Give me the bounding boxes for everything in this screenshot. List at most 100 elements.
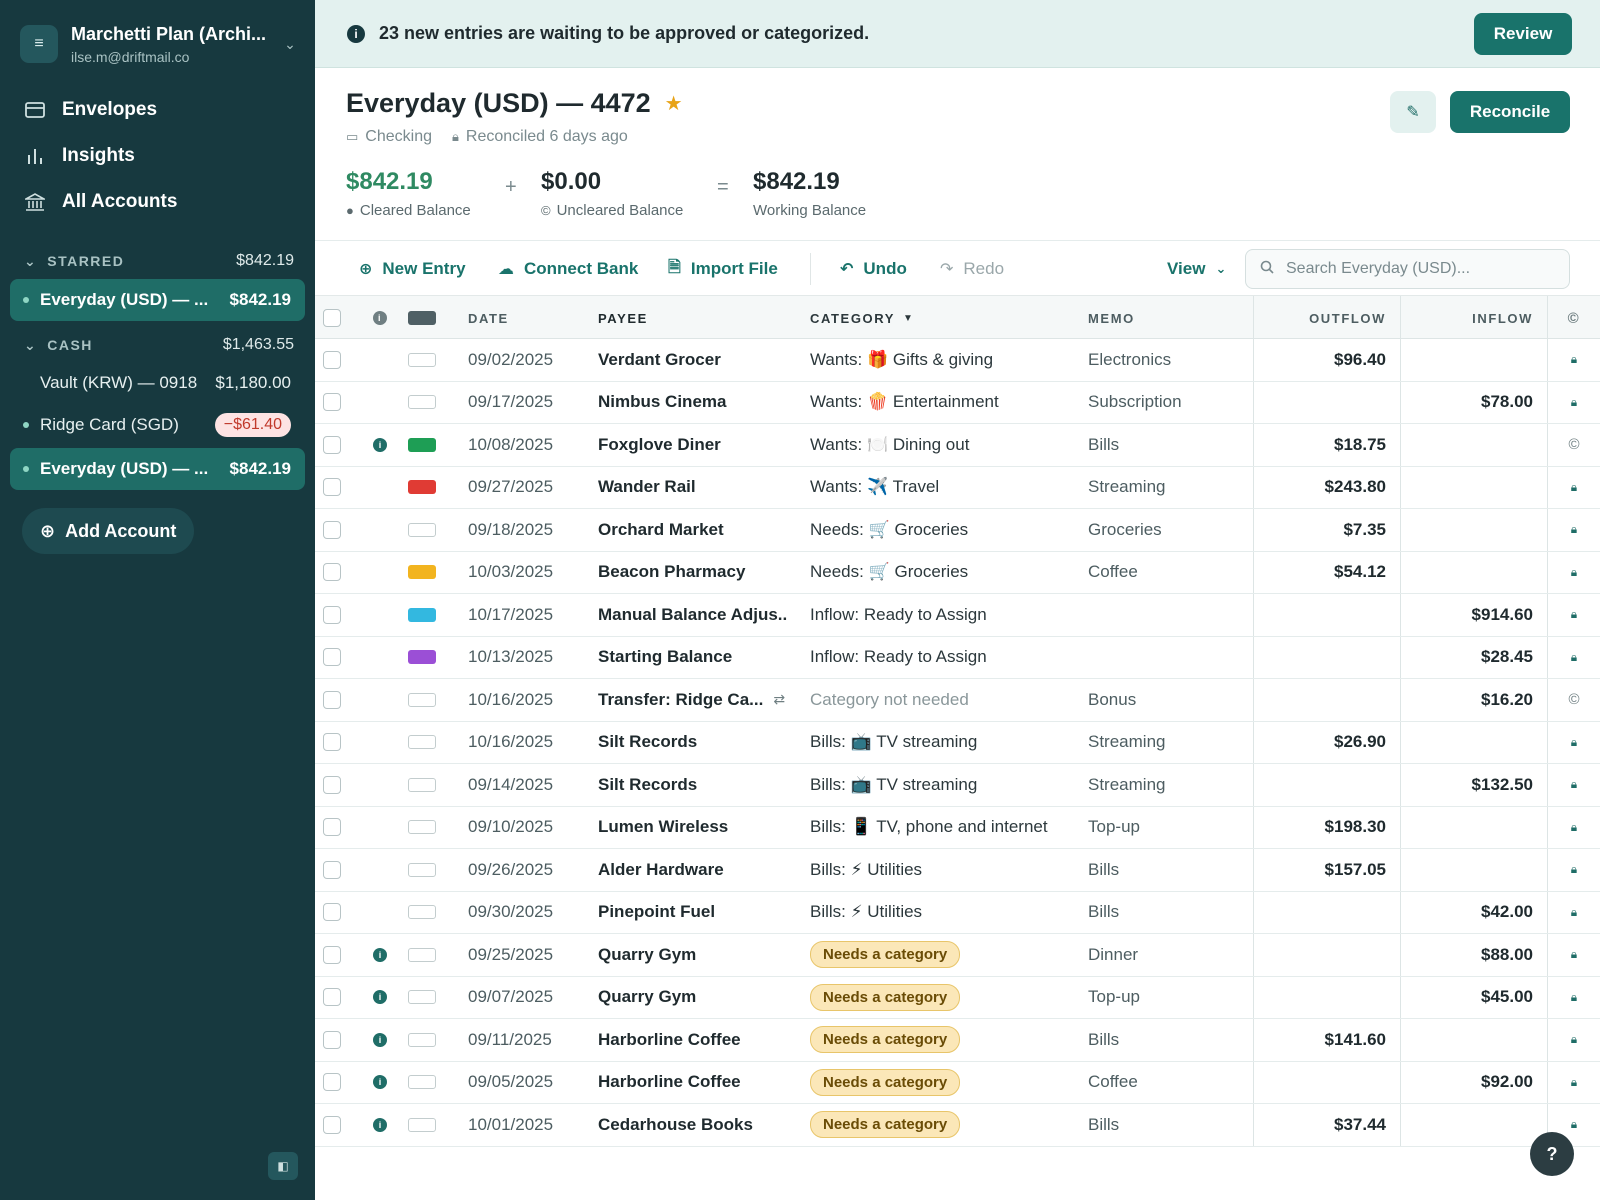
cleared-icon[interactable]: © (1568, 436, 1579, 453)
flag-cell[interactable] (408, 509, 438, 551)
needs-category-badge[interactable]: Needs a category (810, 941, 961, 969)
date-cell[interactable]: 10/17/2025 (468, 594, 553, 636)
memo-cell[interactable]: Top-up (1088, 977, 1140, 1019)
date-cell[interactable]: 09/07/2025 (468, 977, 553, 1019)
row-checkbox[interactable] (323, 679, 343, 721)
category-cell[interactable]: Inflow: Ready to Assign (810, 637, 1080, 679)
payee-cell[interactable]: Harborline Coffee (598, 1019, 788, 1061)
table-row[interactable]: 10/17/2025 Manual Balance Adjus... Inflow:… (315, 594, 1600, 637)
header-outflow[interactable]: OUTFLOW (1253, 296, 1400, 340)
inflow-cell[interactable] (1400, 424, 1547, 466)
view-dropdown[interactable]: View ⌄ (1167, 254, 1226, 284)
sidebar-account-everyday-starred[interactable]: Everyday (USD) — ... $842.19 (10, 279, 305, 321)
lock-icon[interactable]: 🔒︎ (1571, 735, 1577, 750)
row-checkbox[interactable] (323, 892, 343, 934)
category-cell[interactable]: Inflow: Ready to Assign (810, 594, 1080, 636)
flag-icon[interactable] (408, 522, 436, 537)
outflow-cell[interactable]: $37.44 (1253, 1104, 1400, 1146)
lock-icon[interactable]: 🔒︎ (1571, 352, 1577, 367)
flag-cell[interactable] (408, 594, 438, 636)
flag-icon[interactable] (408, 692, 436, 707)
flag-icon[interactable] (408, 990, 436, 1005)
status-cell[interactable]: 🔒︎ (1547, 636, 1600, 678)
memo-cell[interactable]: Streaming (1088, 467, 1165, 509)
lock-icon[interactable]: 🔒︎ (1571, 522, 1577, 537)
sidebar-account-ridge-card[interactable]: Ridge Card (SGD) −$61.40 (10, 404, 305, 446)
flag-icon[interactable] (408, 480, 436, 495)
row-checkbox[interactable] (323, 382, 343, 424)
memo-cell[interactable]: Bills (1088, 424, 1119, 466)
memo-cell[interactable]: Coffee (1088, 1062, 1138, 1104)
date-cell[interactable]: 09/18/2025 (468, 509, 553, 551)
memo-cell[interactable]: Bills (1088, 1019, 1119, 1061)
date-cell[interactable]: 09/30/2025 (468, 892, 553, 934)
flag-icon[interactable] (408, 905, 436, 920)
inflow-cell[interactable] (1400, 806, 1547, 848)
header-date[interactable]: DATE (468, 296, 509, 340)
memo-cell[interactable]: Bills (1088, 849, 1119, 891)
payee-cell[interactable]: Nimbus Cinema (598, 382, 788, 424)
inflow-cell[interactable] (1400, 1104, 1547, 1146)
info-icon[interactable]: i (373, 1117, 387, 1132)
flag-icon[interactable] (408, 607, 436, 622)
payee-cell[interactable]: Lumen Wireless (598, 807, 788, 849)
lock-icon[interactable]: 🔒︎ (1571, 395, 1577, 410)
table-row[interactable]: i 09/11/2025 Harborline Coffee Needs a cate… (315, 1019, 1600, 1062)
date-cell[interactable]: 09/11/2025 (468, 1019, 552, 1061)
status-cell[interactable]: 🔒︎ (1547, 721, 1600, 763)
outflow-cell[interactable]: $18.75 (1253, 424, 1400, 466)
star-icon[interactable]: ★ (665, 91, 683, 116)
lock-icon[interactable]: 🔒︎ (1571, 862, 1577, 877)
flag-icon[interactable] (408, 650, 436, 665)
flag-cell[interactable] (408, 637, 438, 679)
row-checkbox[interactable] (323, 467, 343, 509)
flag-cell[interactable] (408, 424, 438, 466)
flag-cell[interactable] (408, 467, 438, 509)
header-category[interactable]: CATEGORY ▼ (810, 296, 1080, 340)
inflow-cell[interactable]: $92.00 (1400, 1061, 1547, 1103)
category-cell[interactable]: Needs a category (810, 934, 1080, 976)
row-checkbox[interactable] (323, 1104, 343, 1146)
date-cell[interactable]: 09/17/2025 (468, 382, 553, 424)
status-cell[interactable]: 🔒︎ (1547, 806, 1600, 848)
category-cell[interactable]: Needs a category (810, 1104, 1080, 1146)
flag-icon[interactable] (408, 862, 436, 877)
flag-icon[interactable] (408, 395, 436, 410)
lock-icon[interactable]: 🔒︎ (1571, 905, 1577, 920)
nav-insights[interactable]: Insights (24, 141, 135, 171)
row-checkbox[interactable] (323, 849, 343, 891)
status-cell[interactable]: 🔒︎ (1547, 339, 1600, 381)
table-row[interactable]: i 09/07/2025 Quarry Gym Needs a category Top… (315, 976, 1600, 1019)
flag-icon[interactable] (408, 820, 436, 835)
inflow-cell[interactable] (1400, 466, 1547, 508)
outflow-cell[interactable]: $243.80 (1253, 466, 1400, 508)
outflow-cell[interactable]: $26.90 (1253, 721, 1400, 763)
info-icon[interactable]: i (373, 990, 387, 1005)
category-cell[interactable]: Needs: 🛒 Groceries (810, 552, 1080, 594)
search-input[interactable] (1286, 260, 1556, 278)
lock-icon[interactable]: 🔒︎ (1571, 1032, 1577, 1047)
date-cell[interactable]: 10/08/2025 (468, 424, 553, 466)
payee-cell[interactable]: Manual Balance Adjus... (598, 594, 788, 636)
flag-icon[interactable] (408, 565, 436, 580)
payee-cell[interactable]: Verdant Grocer (598, 339, 788, 381)
outflow-cell[interactable]: $198.30 (1253, 806, 1400, 848)
inflow-cell[interactable] (1400, 721, 1547, 763)
flag-cell[interactable] (408, 552, 438, 594)
lock-icon[interactable]: 🔒︎ (1571, 1117, 1577, 1132)
group-starred[interactable]: STARRED $842.19 (24, 252, 294, 270)
lock-icon[interactable]: 🔒︎ (1571, 607, 1577, 622)
table-row[interactable]: i 09/25/2025 Quarry Gym Needs a category Din… (315, 934, 1600, 977)
category-cell[interactable]: Wants: ✈️ Travel (810, 467, 1080, 509)
outflow-cell[interactable] (1253, 679, 1400, 721)
inflow-cell[interactable]: $88.00 (1400, 934, 1547, 976)
memo-cell[interactable]: Bills (1088, 892, 1119, 934)
payee-cell[interactable]: Starting Balance (598, 637, 788, 679)
lock-icon[interactable]: 🔒︎ (1571, 480, 1577, 495)
outflow-cell[interactable] (1253, 891, 1400, 933)
table-row[interactable]: 09/10/2025 Lumen Wireless Bills: 📱 TV, pho… (315, 806, 1600, 849)
payee-cell[interactable]: Orchard Market (598, 509, 788, 551)
lock-icon[interactable]: 🔒︎ (1571, 990, 1577, 1005)
flag-cell[interactable] (408, 1019, 438, 1061)
table-row[interactable]: i 09/05/2025 Harborline Coffee Needs a cate… (315, 1061, 1600, 1104)
